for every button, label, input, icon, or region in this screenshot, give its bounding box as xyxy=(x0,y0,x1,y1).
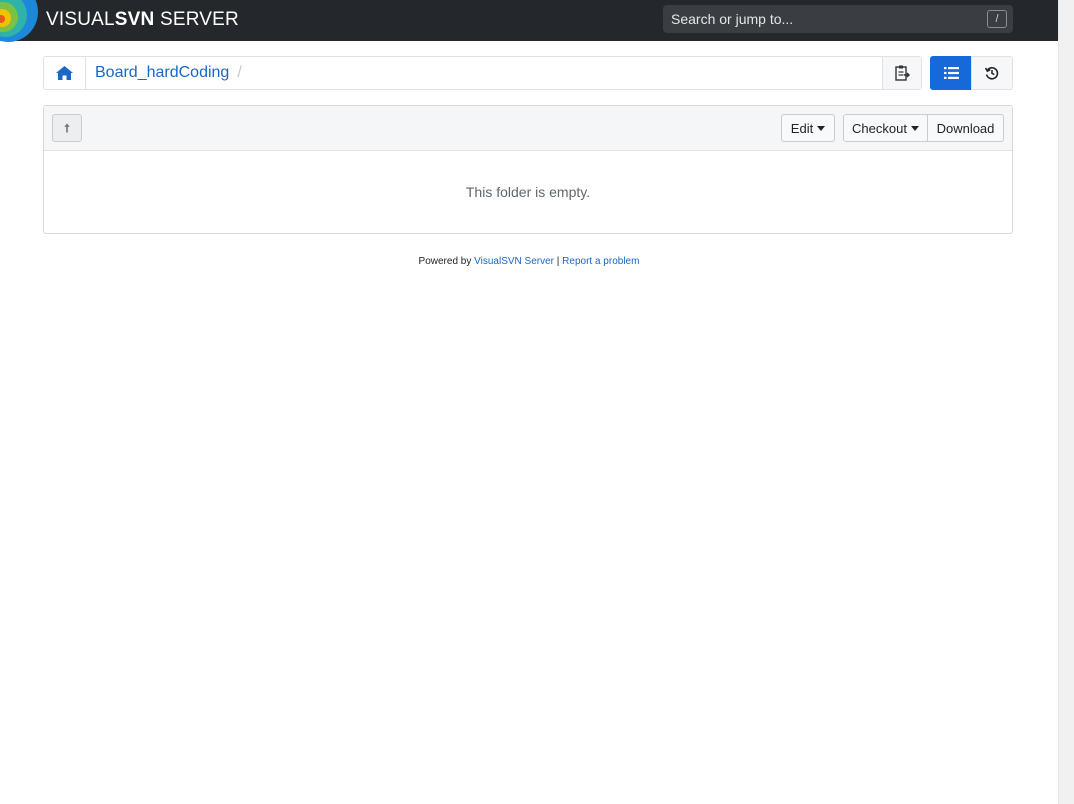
chevron-down-icon xyxy=(817,125,826,131)
brand-prefix: VISUAL xyxy=(46,9,115,30)
brand-title[interactable]: VISUALSVN SERVER xyxy=(46,9,239,31)
visualsvn-logo[interactable] xyxy=(0,0,38,42)
breadcrumb-path: Board_hardCoding / xyxy=(95,64,242,82)
history-icon xyxy=(985,66,999,80)
breadcrumb-separator: / xyxy=(237,64,242,81)
footer: Powered by VisualSVN Server | Report a p… xyxy=(0,256,1058,267)
brand-suffix: SERVER xyxy=(154,9,239,30)
report-problem-link[interactable]: Report a problem xyxy=(562,256,639,267)
folder-panel: Edit Checkout Download This folder is em… xyxy=(43,105,1013,234)
copy-url-button[interactable] xyxy=(882,57,921,89)
edit-label: Edit xyxy=(790,120,814,136)
list-view-button[interactable] xyxy=(930,56,972,90)
parent-folder-button[interactable] xyxy=(52,114,82,142)
page: VISUALSVN SERVER Search or jump to... / … xyxy=(0,0,1074,804)
home-button[interactable] xyxy=(44,57,86,89)
brand-bold: SVN xyxy=(114,9,155,30)
breadcrumb: Board_hardCoding / xyxy=(43,56,922,90)
download-label: Download xyxy=(936,120,995,136)
visualsvn-server-link[interactable]: VisualSVN Server xyxy=(474,256,554,267)
top-navbar: VISUALSVN SERVER Search or jump to... / xyxy=(0,0,1058,42)
footer-powered-by: Powered by xyxy=(418,256,472,267)
search-input[interactable]: Search or jump to... / xyxy=(663,5,1013,33)
up-arrow-icon xyxy=(64,123,70,133)
vertical-scrollbar[interactable] xyxy=(1058,0,1074,804)
download-button[interactable]: Download xyxy=(927,114,1004,142)
list-icon xyxy=(943,67,959,79)
chevron-down-icon xyxy=(910,125,919,131)
checkout-dropdown-button[interactable]: Checkout xyxy=(843,114,928,142)
search-shortcut-key: / xyxy=(987,10,1007,28)
home-icon xyxy=(56,66,73,80)
checkout-label: Checkout xyxy=(852,120,907,136)
breadcrumb-repo-link[interactable]: Board_hardCoding xyxy=(95,64,229,81)
search-placeholder: Search or jump to... xyxy=(671,11,794,27)
clipboard-icon xyxy=(894,65,910,81)
footer-divider: | xyxy=(556,256,560,267)
history-button[interactable] xyxy=(971,56,1013,90)
edit-dropdown-button[interactable]: Edit xyxy=(781,114,835,142)
empty-folder-message: This folder is empty. xyxy=(465,184,591,200)
folder-toolbar: Edit Checkout Download xyxy=(44,106,1012,151)
